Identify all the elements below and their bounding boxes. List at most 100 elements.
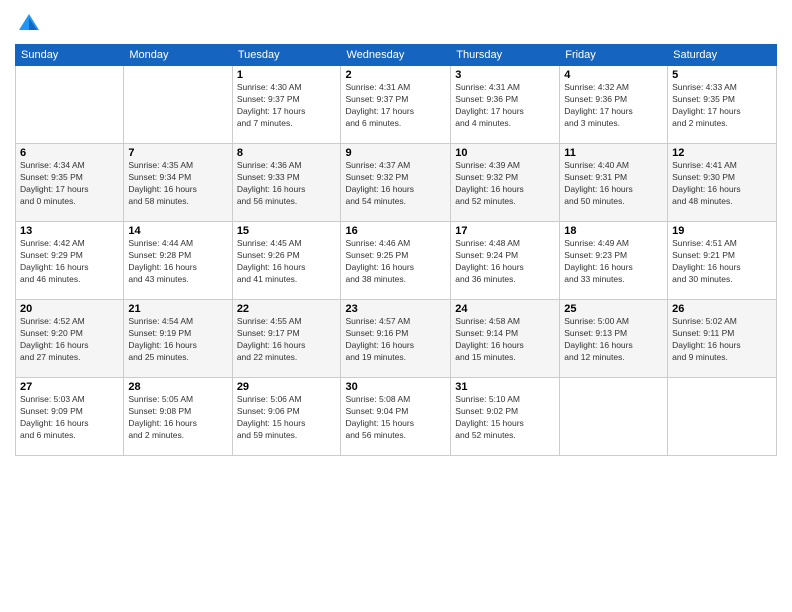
calendar-cell: 15Sunrise: 4:45 AM Sunset: 9:26 PM Dayli… — [232, 222, 341, 300]
weekday-header-friday: Friday — [560, 45, 668, 66]
day-number: 25 — [564, 303, 663, 315]
weekday-header-sunday: Sunday — [16, 45, 124, 66]
calendar-cell: 8Sunrise: 4:36 AM Sunset: 9:33 PM Daylig… — [232, 144, 341, 222]
weekday-header-tuesday: Tuesday — [232, 45, 341, 66]
day-detail: Sunrise: 4:51 AM Sunset: 9:21 PM Dayligh… — [672, 238, 772, 286]
weekday-header-wednesday: Wednesday — [341, 45, 451, 66]
calendar-cell: 23Sunrise: 4:57 AM Sunset: 9:16 PM Dayli… — [341, 300, 451, 378]
calendar-cell: 14Sunrise: 4:44 AM Sunset: 9:28 PM Dayli… — [124, 222, 232, 300]
day-detail: Sunrise: 4:58 AM Sunset: 9:14 PM Dayligh… — [455, 316, 555, 364]
day-number: 15 — [237, 225, 337, 237]
week-row-5: 27Sunrise: 5:03 AM Sunset: 9:09 PM Dayli… — [16, 378, 777, 456]
week-row-3: 13Sunrise: 4:42 AM Sunset: 9:29 PM Dayli… — [16, 222, 777, 300]
day-detail: Sunrise: 4:37 AM Sunset: 9:32 PM Dayligh… — [345, 160, 446, 208]
calendar-cell: 17Sunrise: 4:48 AM Sunset: 9:24 PM Dayli… — [451, 222, 560, 300]
day-number: 10 — [455, 147, 555, 159]
week-row-4: 20Sunrise: 4:52 AM Sunset: 9:20 PM Dayli… — [16, 300, 777, 378]
day-detail: Sunrise: 5:00 AM Sunset: 9:13 PM Dayligh… — [564, 316, 663, 364]
calendar-cell: 25Sunrise: 5:00 AM Sunset: 9:13 PM Dayli… — [560, 300, 668, 378]
day-detail: Sunrise: 4:54 AM Sunset: 9:19 PM Dayligh… — [128, 316, 227, 364]
day-number: 18 — [564, 225, 663, 237]
day-number: 28 — [128, 381, 227, 393]
calendar-cell: 12Sunrise: 4:41 AM Sunset: 9:30 PM Dayli… — [668, 144, 777, 222]
day-detail: Sunrise: 4:42 AM Sunset: 9:29 PM Dayligh… — [20, 238, 119, 286]
logo-icon — [15, 10, 43, 38]
calendar-cell: 9Sunrise: 4:37 AM Sunset: 9:32 PM Daylig… — [341, 144, 451, 222]
day-number: 21 — [128, 303, 227, 315]
day-detail: Sunrise: 4:55 AM Sunset: 9:17 PM Dayligh… — [237, 316, 337, 364]
calendar-cell: 22Sunrise: 4:55 AM Sunset: 9:17 PM Dayli… — [232, 300, 341, 378]
calendar-cell: 24Sunrise: 4:58 AM Sunset: 9:14 PM Dayli… — [451, 300, 560, 378]
day-detail: Sunrise: 4:46 AM Sunset: 9:25 PM Dayligh… — [345, 238, 446, 286]
weekday-header-saturday: Saturday — [668, 45, 777, 66]
calendar-cell: 19Sunrise: 4:51 AM Sunset: 9:21 PM Dayli… — [668, 222, 777, 300]
day-number: 31 — [455, 381, 555, 393]
day-detail: Sunrise: 4:30 AM Sunset: 9:37 PM Dayligh… — [237, 82, 337, 130]
day-detail: Sunrise: 4:45 AM Sunset: 9:26 PM Dayligh… — [237, 238, 337, 286]
calendar-cell: 7Sunrise: 4:35 AM Sunset: 9:34 PM Daylig… — [124, 144, 232, 222]
calendar-cell: 16Sunrise: 4:46 AM Sunset: 9:25 PM Dayli… — [341, 222, 451, 300]
day-detail: Sunrise: 5:05 AM Sunset: 9:08 PM Dayligh… — [128, 394, 227, 442]
day-detail: Sunrise: 4:49 AM Sunset: 9:23 PM Dayligh… — [564, 238, 663, 286]
day-detail: Sunrise: 4:57 AM Sunset: 9:16 PM Dayligh… — [345, 316, 446, 364]
day-number: 9 — [345, 147, 446, 159]
weekday-header-row: SundayMondayTuesdayWednesdayThursdayFrid… — [16, 45, 777, 66]
day-detail: Sunrise: 5:03 AM Sunset: 9:09 PM Dayligh… — [20, 394, 119, 442]
day-number: 13 — [20, 225, 119, 237]
calendar-cell — [124, 66, 232, 144]
day-number: 14 — [128, 225, 227, 237]
day-detail: Sunrise: 4:39 AM Sunset: 9:32 PM Dayligh… — [455, 160, 555, 208]
day-number: 30 — [345, 381, 446, 393]
day-detail: Sunrise: 5:10 AM Sunset: 9:02 PM Dayligh… — [455, 394, 555, 442]
day-number: 2 — [345, 69, 446, 81]
day-number: 12 — [672, 147, 772, 159]
calendar-cell: 26Sunrise: 5:02 AM Sunset: 9:11 PM Dayli… — [668, 300, 777, 378]
day-detail: Sunrise: 4:33 AM Sunset: 9:35 PM Dayligh… — [672, 82, 772, 130]
day-number: 17 — [455, 225, 555, 237]
day-number: 29 — [237, 381, 337, 393]
calendar-cell: 2Sunrise: 4:31 AM Sunset: 9:37 PM Daylig… — [341, 66, 451, 144]
day-number: 7 — [128, 147, 227, 159]
day-detail: Sunrise: 4:31 AM Sunset: 9:36 PM Dayligh… — [455, 82, 555, 130]
calendar-cell: 6Sunrise: 4:34 AM Sunset: 9:35 PM Daylig… — [16, 144, 124, 222]
day-number: 1 — [237, 69, 337, 81]
day-number: 6 — [20, 147, 119, 159]
logo — [15, 10, 47, 38]
calendar-cell: 20Sunrise: 4:52 AM Sunset: 9:20 PM Dayli… — [16, 300, 124, 378]
week-row-1: 1Sunrise: 4:30 AM Sunset: 9:37 PM Daylig… — [16, 66, 777, 144]
header — [15, 10, 777, 38]
day-detail: Sunrise: 4:32 AM Sunset: 9:36 PM Dayligh… — [564, 82, 663, 130]
weekday-header-thursday: Thursday — [451, 45, 560, 66]
calendar-cell: 31Sunrise: 5:10 AM Sunset: 9:02 PM Dayli… — [451, 378, 560, 456]
calendar-cell: 10Sunrise: 4:39 AM Sunset: 9:32 PM Dayli… — [451, 144, 560, 222]
calendar-cell — [16, 66, 124, 144]
calendar-cell: 13Sunrise: 4:42 AM Sunset: 9:29 PM Dayli… — [16, 222, 124, 300]
calendar-cell: 3Sunrise: 4:31 AM Sunset: 9:36 PM Daylig… — [451, 66, 560, 144]
day-detail: Sunrise: 4:40 AM Sunset: 9:31 PM Dayligh… — [564, 160, 663, 208]
week-row-2: 6Sunrise: 4:34 AM Sunset: 9:35 PM Daylig… — [16, 144, 777, 222]
day-detail: Sunrise: 4:35 AM Sunset: 9:34 PM Dayligh… — [128, 160, 227, 208]
day-number: 5 — [672, 69, 772, 81]
calendar-cell: 27Sunrise: 5:03 AM Sunset: 9:09 PM Dayli… — [16, 378, 124, 456]
calendar-cell: 11Sunrise: 4:40 AM Sunset: 9:31 PM Dayli… — [560, 144, 668, 222]
calendar-cell — [560, 378, 668, 456]
day-number: 27 — [20, 381, 119, 393]
day-detail: Sunrise: 4:48 AM Sunset: 9:24 PM Dayligh… — [455, 238, 555, 286]
day-number: 19 — [672, 225, 772, 237]
calendar-cell: 5Sunrise: 4:33 AM Sunset: 9:35 PM Daylig… — [668, 66, 777, 144]
day-detail: Sunrise: 5:06 AM Sunset: 9:06 PM Dayligh… — [237, 394, 337, 442]
day-number: 26 — [672, 303, 772, 315]
day-detail: Sunrise: 4:31 AM Sunset: 9:37 PM Dayligh… — [345, 82, 446, 130]
calendar-cell: 1Sunrise: 4:30 AM Sunset: 9:37 PM Daylig… — [232, 66, 341, 144]
day-number: 11 — [564, 147, 663, 159]
day-detail: Sunrise: 4:52 AM Sunset: 9:20 PM Dayligh… — [20, 316, 119, 364]
day-number: 4 — [564, 69, 663, 81]
calendar-cell: 21Sunrise: 4:54 AM Sunset: 9:19 PM Dayli… — [124, 300, 232, 378]
calendar-cell: 29Sunrise: 5:06 AM Sunset: 9:06 PM Dayli… — [232, 378, 341, 456]
day-detail: Sunrise: 5:08 AM Sunset: 9:04 PM Dayligh… — [345, 394, 446, 442]
day-number: 3 — [455, 69, 555, 81]
day-number: 22 — [237, 303, 337, 315]
day-number: 16 — [345, 225, 446, 237]
calendar-cell: 30Sunrise: 5:08 AM Sunset: 9:04 PM Dayli… — [341, 378, 451, 456]
day-detail: Sunrise: 4:36 AM Sunset: 9:33 PM Dayligh… — [237, 160, 337, 208]
